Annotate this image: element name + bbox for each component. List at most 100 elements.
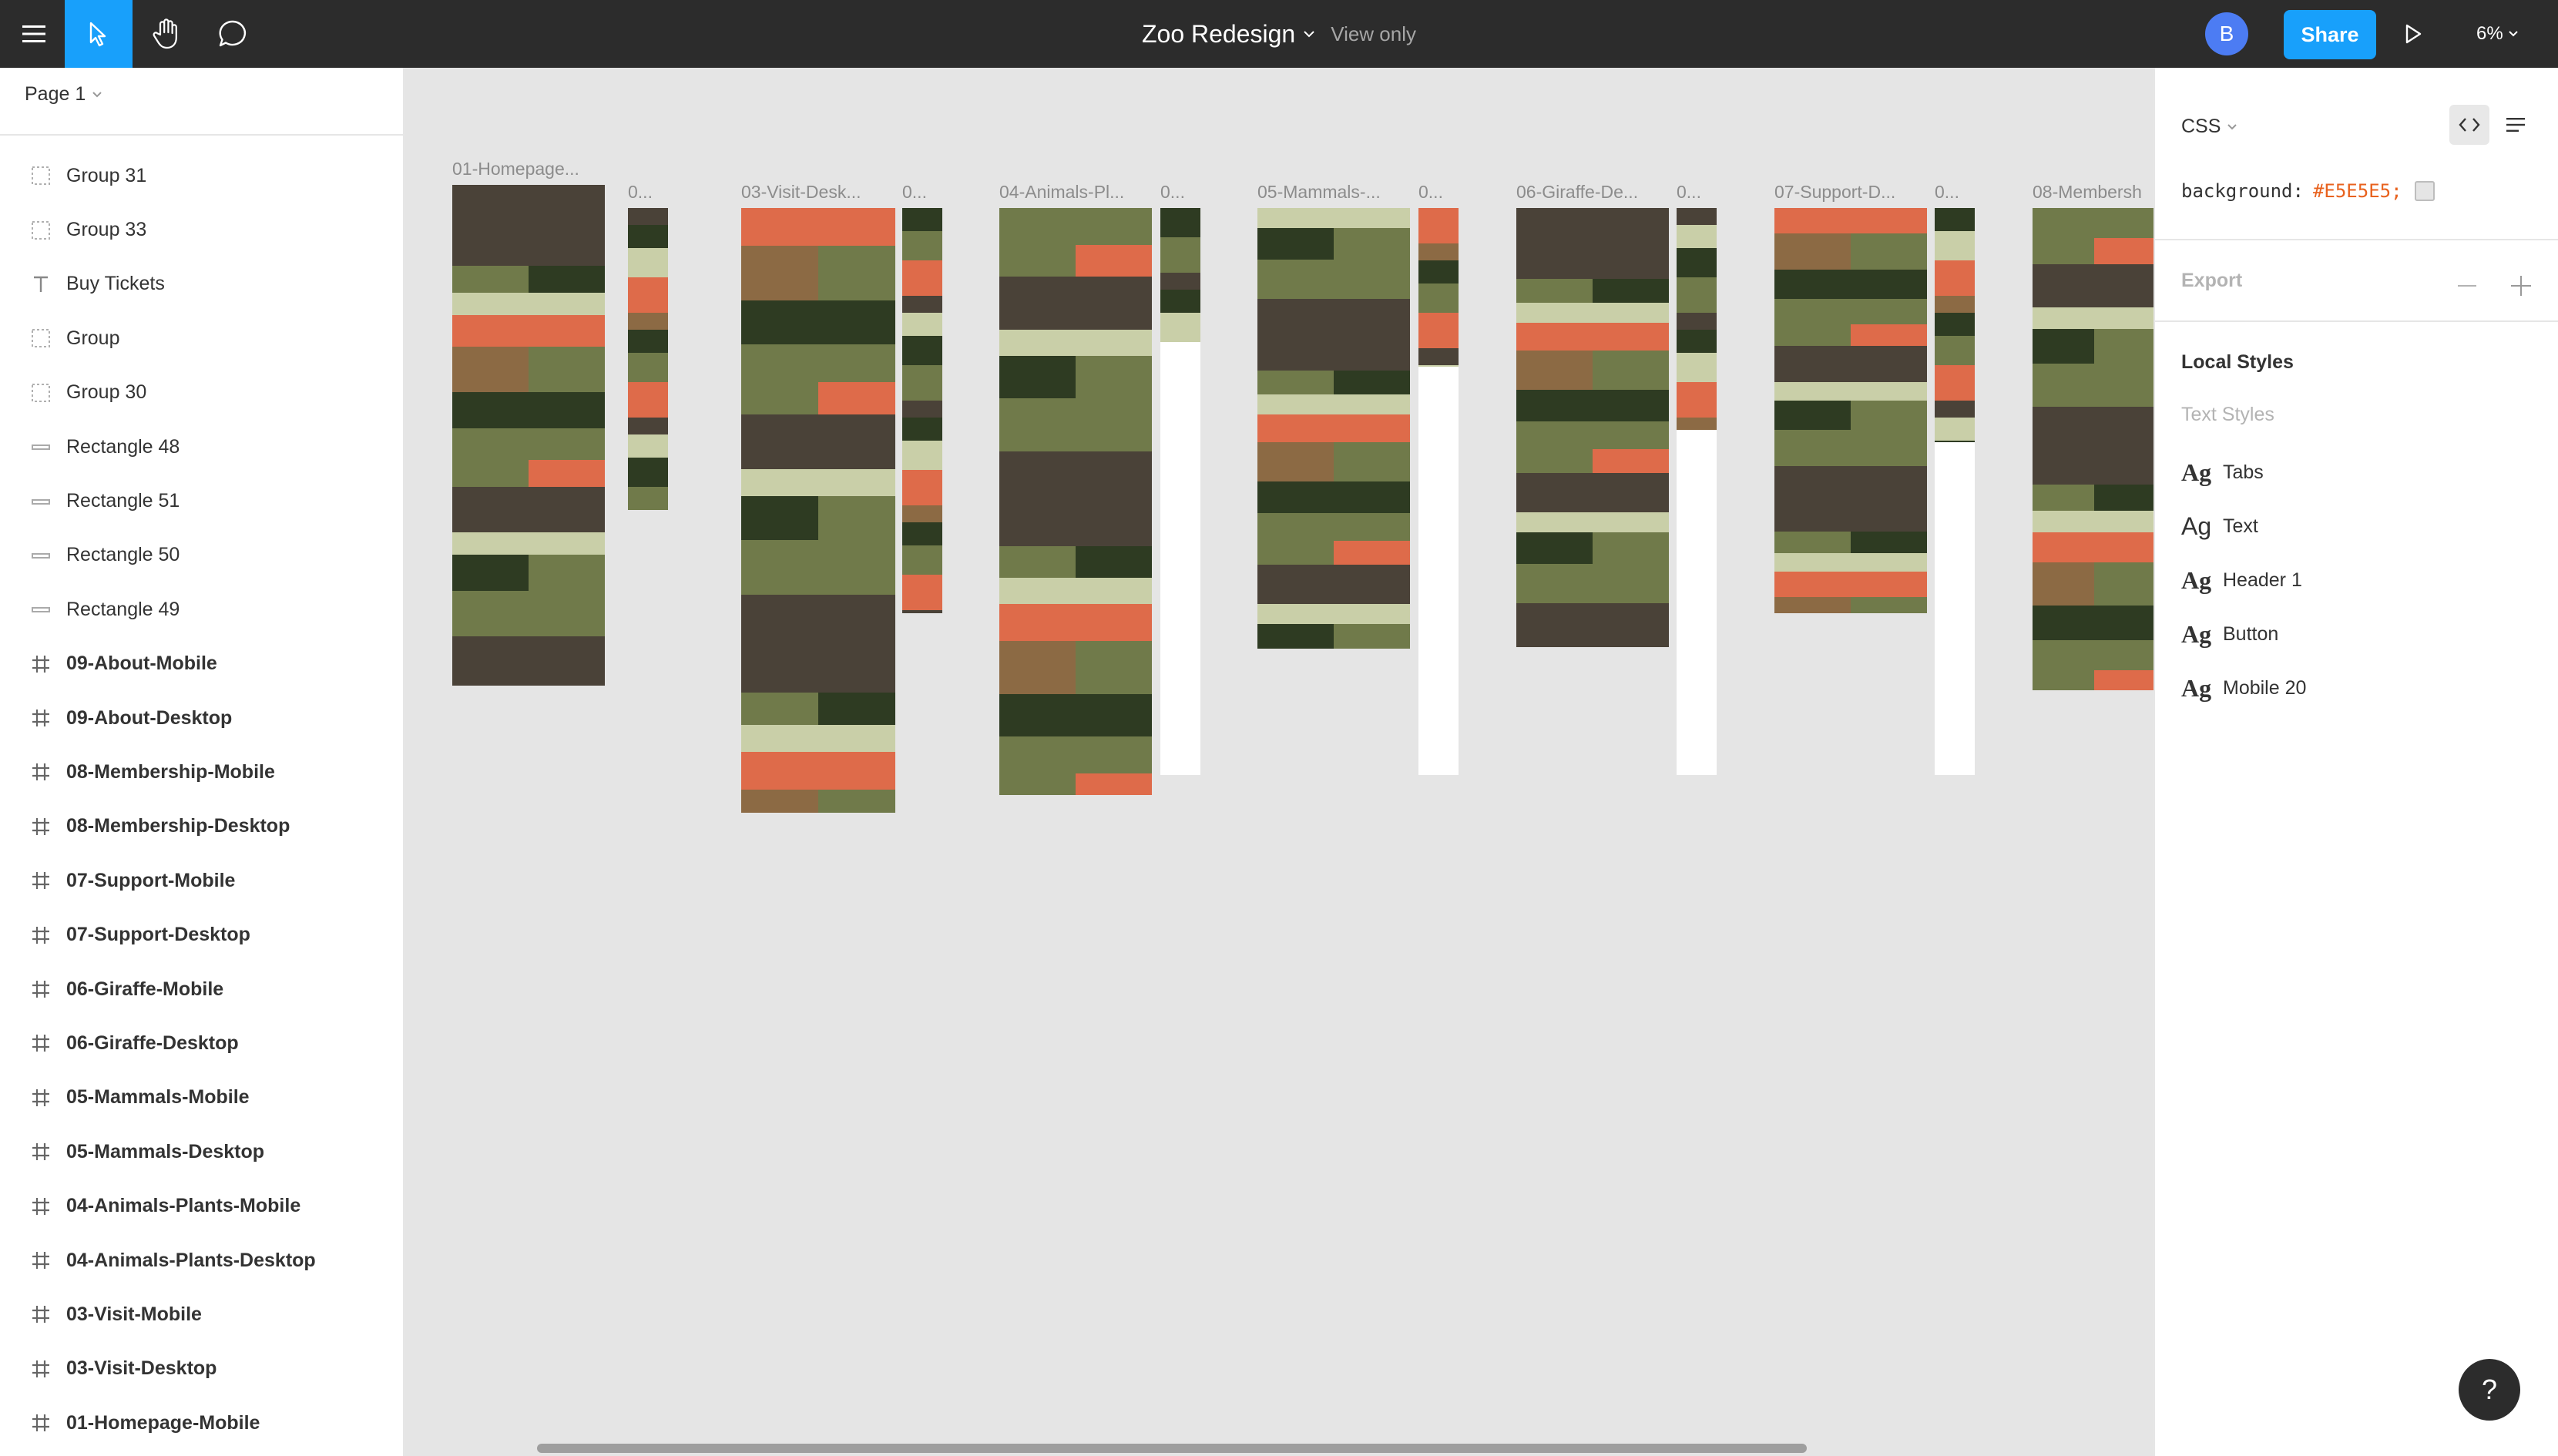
frame-section	[1774, 430, 1927, 466]
frame-label[interactable]: 06-Giraffe-De...	[1516, 182, 1638, 203]
code-view-button[interactable]	[2449, 105, 2489, 145]
text-style-glyph: Ag	[2181, 565, 2212, 594]
file-title[interactable]: Zoo Redesign	[1142, 20, 1295, 49]
layer-item[interactable]: Group 31	[0, 149, 403, 203]
frame-section	[1774, 299, 1927, 324]
frame-label[interactable]: 0...	[1160, 182, 1185, 203]
layer-item[interactable]: 07-Support-Mobile	[0, 854, 403, 907]
text-style-item[interactable]: Ag Mobile 20	[2181, 661, 2306, 715]
list-view-button[interactable]	[2499, 108, 2533, 142]
layer-item[interactable]: 03-Visit-Mobile	[0, 1287, 403, 1341]
layer-item[interactable]: 01-Homepage-Mobile	[0, 1396, 403, 1450]
mobile-frame-thumbnail[interactable]	[1418, 208, 1459, 367]
layer-item[interactable]: 06-Giraffe-Mobile	[0, 962, 403, 1016]
layer-item[interactable]: Group 33	[0, 203, 403, 257]
page-selector[interactable]: Page 1	[25, 83, 102, 106]
remove-export-button[interactable]	[2456, 274, 2479, 297]
desktop-frame-thumbnail[interactable]	[999, 208, 1152, 795]
desktop-frame-thumbnail[interactable]	[2033, 208, 2153, 690]
layer-item[interactable]: 06-Giraffe-Desktop	[0, 1016, 403, 1070]
hand-tool-button[interactable]	[133, 0, 200, 68]
add-export-button[interactable]	[2508, 273, 2534, 299]
css-code-line[interactable]: background: #E5E5E5;	[2181, 180, 2435, 202]
layer-item[interactable]: 05-Mammals-Desktop	[0, 1125, 403, 1179]
frame-label[interactable]: 08-Membersh	[2033, 182, 2142, 203]
layer-item[interactable]: Rectangle 48	[0, 420, 403, 474]
horizontal-scrollbar[interactable]	[537, 1444, 1807, 1453]
frame-section	[452, 293, 605, 315]
desktop-frame-thumbnail[interactable]	[1774, 208, 1927, 613]
frame-section	[2033, 511, 2153, 532]
help-button[interactable]: ?	[2459, 1359, 2520, 1421]
layer-item[interactable]: 04-Animals-Plants-Desktop	[0, 1233, 403, 1287]
layer-label: Group 31	[66, 164, 147, 186]
layer-item[interactable]: 07-Support-Desktop	[0, 907, 403, 961]
text-style-item[interactable]: Ag Text	[2181, 499, 2306, 553]
main-menu-button[interactable]	[0, 0, 68, 68]
present-button[interactable]	[2396, 17, 2430, 51]
frame-section	[999, 451, 1152, 546]
frame-section	[818, 382, 895, 414]
frame-label[interactable]: 03-Visit-Desk...	[741, 182, 861, 203]
layer-item[interactable]: Buy Tickets	[0, 257, 403, 311]
frame-icon	[26, 653, 55, 676]
color-swatch	[2414, 181, 2435, 201]
frame-section	[902, 296, 942, 313]
layer-item[interactable]: 03-Visit-Desktop	[0, 1342, 403, 1396]
frame-label[interactable]: 01-Homepage...	[452, 159, 579, 179]
frame-section	[1935, 418, 1975, 441]
comment-tool-button[interactable]	[199, 0, 267, 68]
frame-label[interactable]: 05-Mammals-...	[1257, 182, 1381, 203]
layer-item[interactable]: Group 30	[0, 366, 403, 420]
layer-label: Rectangle 51	[66, 490, 180, 512]
mobile-frame-thumbnail[interactable]	[1935, 208, 1975, 442]
mobile-frame-thumbnail[interactable]	[1677, 208, 1717, 430]
frame-label[interactable]: 0...	[902, 182, 927, 203]
avatar[interactable]: B	[2205, 12, 2248, 55]
layer-item[interactable]: 08-Membership-Desktop	[0, 800, 403, 854]
frame-section	[628, 353, 668, 382]
desktop-frame-thumbnail[interactable]	[741, 208, 895, 813]
code-language-selector[interactable]: CSS	[2181, 116, 2237, 138]
canvas[interactable]: 01-Homepage... 0... 03-Visit-Desk... 0... 04…	[405, 68, 2153, 1456]
layer-item[interactable]: 09-About-Desktop	[0, 691, 403, 745]
layer-item[interactable]: 09-About-Mobile	[0, 637, 403, 691]
frame-section	[628, 382, 668, 418]
desktop-frame-thumbnail[interactable]	[1257, 208, 1410, 649]
frame-label[interactable]: 07-Support-D...	[1774, 182, 1895, 203]
frame-section	[741, 540, 895, 595]
layer-item[interactable]: 05-Mammals-Mobile	[0, 1071, 403, 1125]
layer-item[interactable]: 08-Membership-Mobile	[0, 745, 403, 799]
frame-label[interactable]: 0...	[1418, 182, 1443, 203]
frame-section	[902, 505, 942, 522]
layer-item[interactable]: Rectangle 49	[0, 582, 403, 636]
frame-label[interactable]: 04-Animals-Pl...	[999, 182, 1124, 203]
layer-item[interactable]: Rectangle 51	[0, 474, 403, 528]
layer-item[interactable]: 04-Animals-Plants-Mobile	[0, 1179, 403, 1233]
layer-label: 09-About-Mobile	[66, 653, 217, 675]
mobile-frame-thumbnail[interactable]	[1160, 208, 1200, 342]
desktop-frame-thumbnail[interactable]	[452, 185, 605, 686]
frame-section	[2033, 364, 2153, 407]
chevron-down-icon[interactable]	[1303, 30, 1315, 38]
frame-section	[1677, 330, 1717, 353]
text-style-item[interactable]: Ag Button	[2181, 607, 2306, 661]
frame-section	[1677, 277, 1717, 313]
layer-item[interactable]: Group	[0, 311, 403, 365]
group-icon	[26, 219, 55, 242]
desktop-frame-thumbnail[interactable]	[1516, 208, 1669, 647]
frame-icon	[26, 1195, 55, 1218]
move-tool-button[interactable]	[65, 0, 133, 68]
text-style-item[interactable]: Ag Header 1	[2181, 553, 2306, 607]
mobile-frame-thumbnail[interactable]	[628, 208, 668, 510]
text-style-item[interactable]: Ag Tabs	[2181, 445, 2306, 499]
frame-section	[452, 487, 605, 532]
frame-label[interactable]: 0...	[1677, 182, 1701, 203]
frame-label[interactable]: 0...	[1935, 182, 1959, 203]
mobile-frame-thumbnail[interactable]	[902, 208, 942, 613]
layer-item[interactable]: Rectangle 50	[0, 528, 403, 582]
zoom-control[interactable]: 6%	[2476, 0, 2519, 68]
layer-label: Group 33	[66, 219, 147, 241]
frame-label[interactable]: 0...	[628, 182, 653, 203]
share-button[interactable]: Share	[2284, 10, 2376, 59]
